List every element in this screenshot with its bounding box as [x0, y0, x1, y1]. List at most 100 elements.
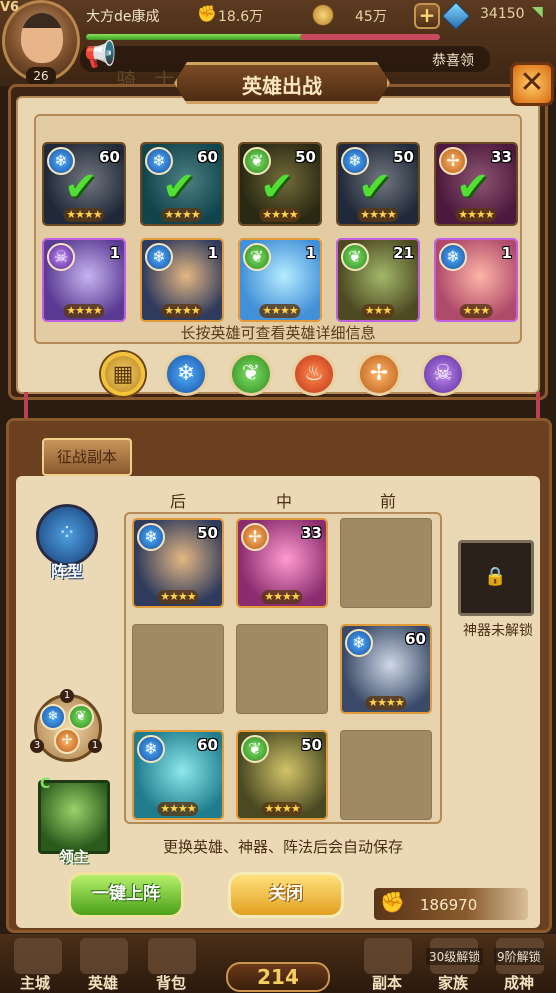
- close-panel-button[interactable]: ✕: [510, 62, 554, 106]
- hero-card[interactable]: ❄ 60 ★★★★ ✔: [42, 142, 126, 226]
- formation-hero-slot-back-top[interactable]: ❄ 50 ★★★★: [132, 518, 224, 608]
- total-power-value: 186970: [420, 896, 478, 914]
- hero-stars: ★★★★: [161, 304, 203, 318]
- hero-level: 1: [501, 244, 512, 262]
- ice-element-icon: ❄: [137, 523, 165, 551]
- hero-level: 1: [305, 244, 316, 262]
- announcement-text: 恭喜领: [432, 53, 474, 69]
- dark-element-icon: ☠: [47, 243, 75, 271]
- hero-stars: ★★★★: [261, 590, 303, 604]
- player-name: 大方de康成: [86, 9, 160, 25]
- column-back-label: 后: [170, 492, 187, 511]
- nav-deify[interactable]: 成神: [504, 972, 534, 993]
- ice-element-icon: ❄: [145, 243, 173, 271]
- relic-locked-label: 神器未解锁: [463, 623, 533, 639]
- close-button[interactable]: 关闭: [228, 872, 344, 918]
- filter-ice-button[interactable]: ❄: [164, 352, 208, 396]
- auto-save-hint: 更换英雄、神器、阵法后会自动保存: [162, 838, 403, 856]
- power-value: 18.6万: [218, 9, 264, 25]
- hero-card[interactable]: ❄ 60 ★★★★ ✔: [140, 142, 224, 226]
- hero-stars: ★★★★: [261, 802, 303, 816]
- speaker-icon: 📢: [84, 40, 117, 70]
- nature-element-icon: ❦: [341, 243, 369, 271]
- nature-element-icon: ❦: [241, 735, 269, 763]
- panel-title: 英雄出战: [242, 74, 322, 98]
- wheel-holy-icon: ✢: [54, 728, 80, 754]
- filter-holy-button[interactable]: ✢: [357, 352, 401, 396]
- deployed-check-icon: ✔: [162, 164, 196, 210]
- hero-level: 50: [295, 148, 316, 166]
- filter-nature-button[interactable]: ❦: [229, 352, 273, 396]
- hero-stars: ★★★★: [455, 208, 497, 222]
- holy-element-icon: ✢: [241, 523, 269, 551]
- filter-all-button[interactable]: ▦: [101, 352, 145, 396]
- lock-icon: 🔒: [484, 566, 507, 587]
- formation-hero-slot-middle-bottom[interactable]: ❦ 50 ★★★★: [236, 730, 328, 820]
- stamina-bar: [300, 34, 440, 40]
- one-click-deploy-button[interactable]: 一键上阵: [68, 872, 184, 918]
- hero-level: 60: [99, 148, 120, 166]
- hero-level: 60: [405, 630, 426, 648]
- formation-hero-slot-middle-top[interactable]: ✢ 33 ★★★★: [236, 518, 328, 608]
- hero-card[interactable]: ❄ 1 ★★★★: [140, 238, 224, 322]
- nav-bag[interactable]: 背包: [156, 972, 186, 993]
- hero-card[interactable]: ❄ 1 ★★★: [434, 238, 518, 322]
- hero-level: 50: [393, 148, 414, 166]
- nav-hero[interactable]: 英雄: [88, 972, 118, 993]
- hero-stars: ★★★★: [357, 208, 399, 222]
- hero-stars: ★★★★: [259, 304, 301, 318]
- hero-level: 1: [109, 244, 120, 262]
- hero-stars: ★★★★: [259, 208, 301, 222]
- nav-clan[interactable]: 家族: [438, 972, 468, 993]
- nav-hero-icon: [80, 938, 128, 974]
- add-currency-button[interactable]: +: [414, 3, 440, 29]
- hero-card[interactable]: ❄ 50 ★★★★ ✔: [336, 142, 420, 226]
- nav-energy-counter[interactable]: 214: [226, 962, 330, 992]
- hero-stars: ★★★★: [157, 802, 199, 816]
- formation-hero-slot-front-middle[interactable]: ❄ 60 ★★★★: [340, 624, 432, 714]
- tab-campaign[interactable]: 征战副本: [42, 438, 132, 476]
- nav-main-city[interactable]: 主城: [20, 972, 50, 993]
- hero-level: 60: [197, 148, 218, 166]
- empty-slot-middle-middle[interactable]: [236, 624, 328, 714]
- filter-fire-button[interactable]: ♨: [292, 352, 336, 396]
- hero-card[interactable]: ❦ 1 ★★★★: [238, 238, 322, 322]
- formation-type-button[interactable]: ⁘: [36, 504, 98, 566]
- fist-icon: ✊: [380, 890, 405, 914]
- nav-dungeon[interactable]: 副本: [372, 972, 402, 993]
- column-middle-label: 中: [276, 492, 293, 511]
- nature-element-icon: ❦: [243, 243, 271, 271]
- ice-element-icon: ❄: [137, 735, 165, 763]
- wheel-count-left: 3: [30, 739, 44, 753]
- hero-level: 33: [491, 148, 512, 166]
- hero-card[interactable]: ❦ 21 ★★★: [336, 238, 420, 322]
- nav-city-icon: [14, 938, 62, 974]
- nav-bag-icon: [148, 938, 196, 974]
- empty-slot-back-middle[interactable]: [132, 624, 224, 714]
- hero-card[interactable]: ❦ 50 ★★★★ ✔: [238, 142, 322, 226]
- wheel-count-top: 1: [60, 689, 74, 703]
- hero-level: 50: [301, 736, 322, 754]
- hero-card[interactable]: ☠ 1 ★★★★: [42, 238, 126, 322]
- wheel-ice-icon: ❄: [40, 704, 66, 730]
- unlock-rank-9: 9阶解锁: [494, 948, 544, 965]
- hero-stars: ★★★★: [63, 304, 105, 318]
- formation-hero-slot-back-bottom[interactable]: ❄ 60 ★★★★: [132, 730, 224, 820]
- deployed-check-icon: ✔: [456, 164, 490, 210]
- formation-label: 阵型: [50, 562, 83, 581]
- hero-detail-hint: 长按英雄可查看英雄详细信息: [180, 324, 376, 342]
- lord-label: 领主: [58, 848, 89, 866]
- wifi-icon: ◥: [532, 4, 543, 20]
- vip-badge: V6: [0, 0, 20, 15]
- filter-dark-button[interactable]: ☠: [421, 352, 465, 396]
- wheel-count-right: 1: [88, 739, 102, 753]
- lord-grade-badge: C: [40, 776, 51, 792]
- wheel-nature-icon: ❦: [68, 704, 94, 730]
- hero-level: 33: [301, 524, 322, 542]
- empty-slot-front-top[interactable]: [340, 518, 432, 608]
- avatar-face: [21, 13, 63, 63]
- hero-level: 50: [197, 524, 218, 542]
- hero-level: 21: [393, 244, 414, 262]
- hero-card[interactable]: ✢ 33 ★★★★ ✔: [434, 142, 518, 226]
- empty-slot-front-bottom[interactable]: [340, 730, 432, 820]
